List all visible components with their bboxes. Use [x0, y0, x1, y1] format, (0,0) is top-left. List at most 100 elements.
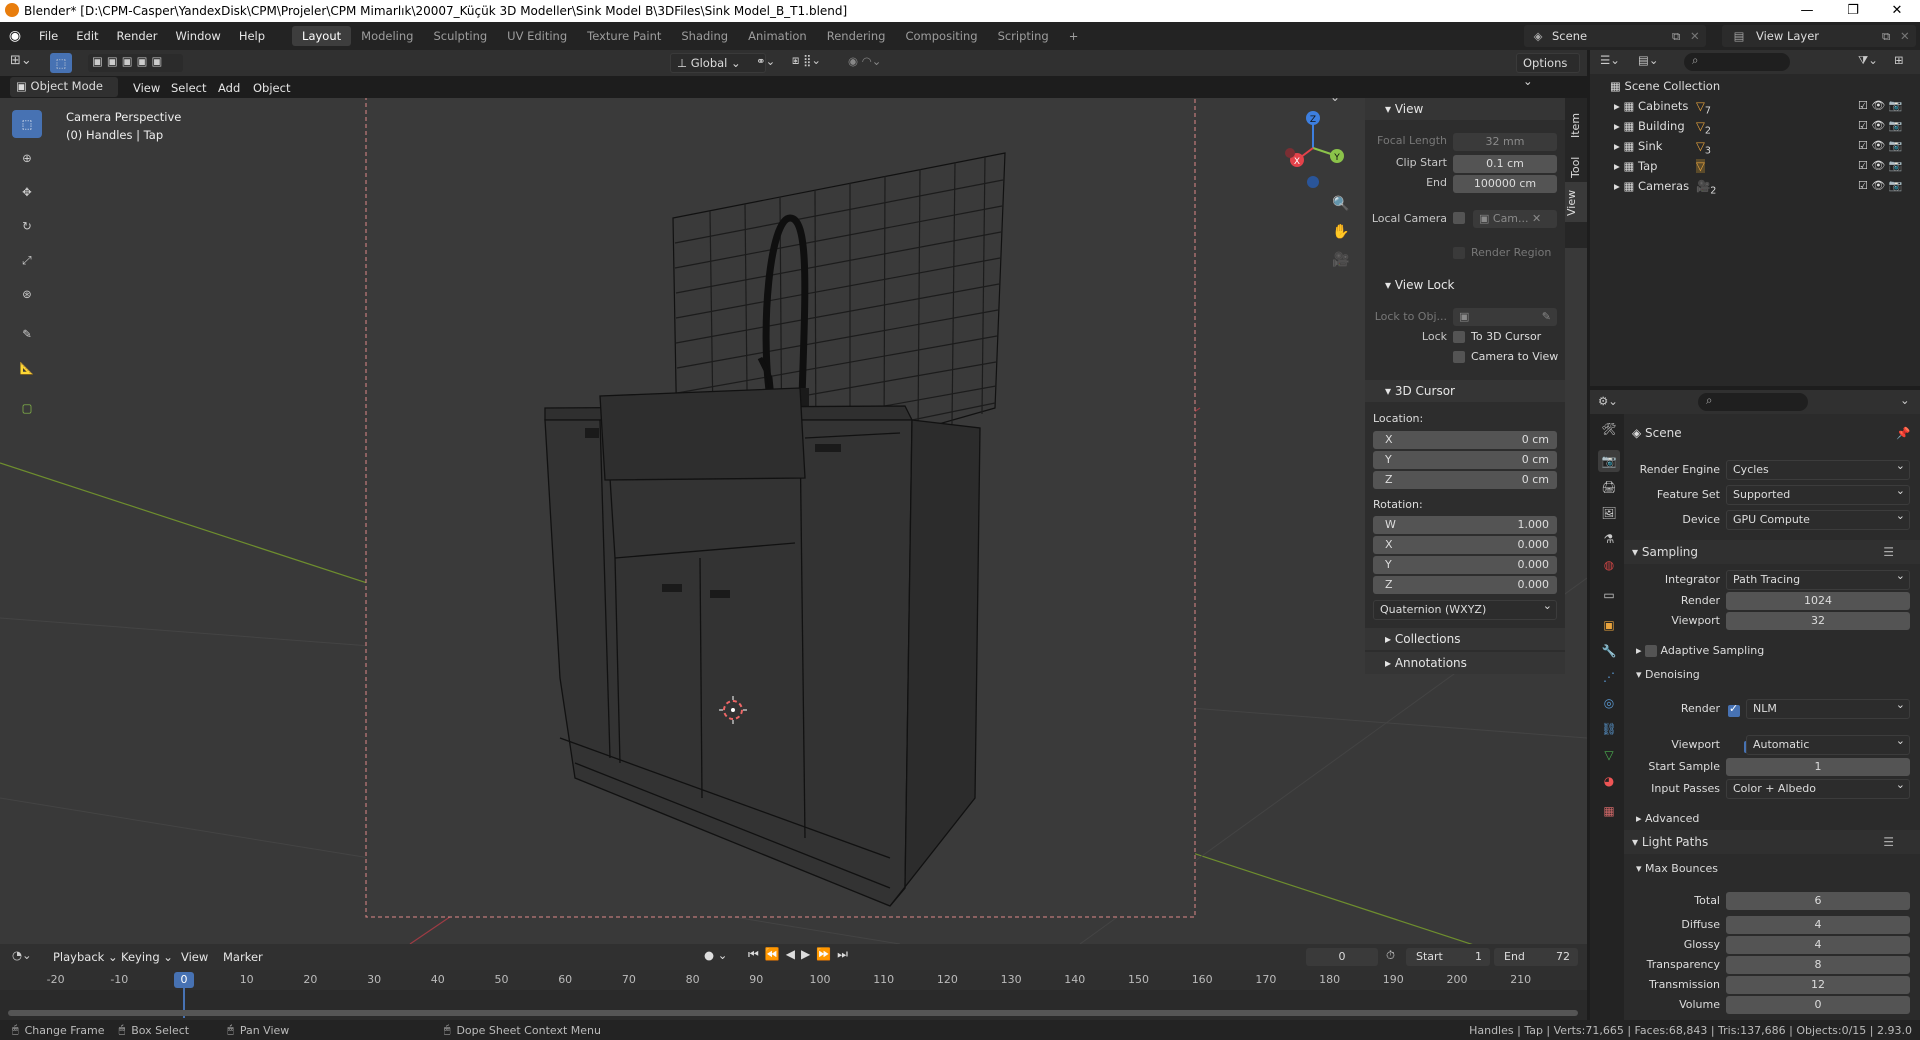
cursor-rotation-w[interactable]: W 1.000	[1373, 516, 1557, 534]
tab-animation[interactable]: Animation	[738, 26, 817, 46]
clock-icon[interactable]: ⏱	[1386, 948, 1395, 963]
playhead[interactable]: 0	[174, 972, 194, 988]
bounce-total-field[interactable]: 6	[1726, 892, 1910, 910]
adaptive-sampling-row[interactable]: ▸ Adaptive Sampling	[1636, 644, 1764, 657]
start-sample-field[interactable]: 1	[1726, 758, 1910, 776]
scene-selector[interactable]: ◈ Scene ⧉ ✕	[1524, 25, 1706, 47]
cursor-location-y[interactable]: Y 0 cm	[1373, 451, 1557, 469]
frame-ruler[interactable]: -20 -10 0 10 20 30 40 50 60 70 80 90 100 110 120 130 140…	[0, 970, 1587, 990]
advanced-header[interactable]: ▸ Advanced	[1636, 812, 1699, 825]
texture-tab-icon[interactable]: ▦	[1598, 800, 1620, 822]
outliner-editor-icon[interactable]: ☰⌄	[1600, 53, 1620, 67]
constraints-tab-icon[interactable]: ⛓	[1598, 718, 1620, 740]
cursor-rotation-z[interactable]: Z 0.000	[1373, 576, 1557, 594]
sampling-header[interactable]: ▾ Sampling ☰	[1624, 540, 1920, 564]
3d-cursor-header[interactable]: ▾ 3D Cursor	[1365, 380, 1565, 402]
copy-icon[interactable]: ⧉	[1672, 29, 1690, 44]
rotation-mode-dropdown[interactable]: Quaternion (WXYZ)	[1373, 597, 1557, 620]
menu-help[interactable]: Help	[230, 25, 274, 47]
physics-tab-icon[interactable]: ◎	[1598, 692, 1620, 714]
display-mode-icon[interactable]: ▤⌄	[1638, 53, 1659, 67]
denoise-render-checkbox[interactable]	[1728, 702, 1740, 717]
close-icon[interactable]: ✕	[1900, 29, 1916, 43]
tab-texture-paint[interactable]: Texture Paint	[577, 26, 671, 46]
tab-scripting[interactable]: Scripting	[988, 26, 1059, 46]
outliner-search-input[interactable]: ⌕	[1684, 53, 1790, 71]
navigation-gizmo[interactable]: Z Y X	[1270, 108, 1350, 188]
menu-window[interactable]: Window	[166, 25, 229, 47]
output-tab-icon[interactable]: 🖨	[1598, 476, 1620, 498]
particles-tab-icon[interactable]: ⋰	[1598, 666, 1620, 688]
close-button[interactable]: ✕	[1874, 0, 1920, 22]
tab-view[interactable]: View	[1565, 182, 1587, 222]
feature-set-dropdown[interactable]: Supported	[1726, 482, 1910, 505]
proportional-edit-icon[interactable]: ◉ ◠⌄	[848, 54, 898, 68]
lock-to-object-field[interactable]: ▣ ✎	[1453, 308, 1557, 326]
filter-icon[interactable]: ⧩⌄	[1858, 53, 1878, 68]
camera-view-icon[interactable]: 🎥	[1332, 252, 1349, 268]
measure-tool[interactable]: 📐	[12, 354, 42, 382]
scene-collection-row[interactable]: ▦ Scene Collection	[1590, 76, 1920, 96]
options-dropdown[interactable]: Options ⌄	[1516, 53, 1580, 88]
render-samples-field[interactable]: 1024	[1726, 592, 1910, 610]
tab-sculpting[interactable]: Sculpting	[423, 26, 497, 46]
blender-menu-icon[interactable]: ◉	[0, 28, 30, 44]
rotate-tool[interactable]: ↻	[12, 212, 42, 240]
viewport-samples-field[interactable]: 32	[1726, 612, 1910, 630]
max-bounces-header[interactable]: ▾ Max Bounces	[1636, 862, 1718, 875]
zoom-icon[interactable]: 🔍	[1332, 196, 1349, 212]
collection-tab-icon[interactable]: ▭	[1598, 584, 1620, 606]
transform-tool[interactable]: ⊛	[12, 280, 42, 308]
bounce-diffuse-field[interactable]: 4	[1726, 916, 1910, 934]
viewport-menu-object[interactable]: Object	[244, 77, 299, 99]
light-paths-header[interactable]: ▾ Light Paths ☰	[1624, 830, 1920, 854]
copy-icon[interactable]: ⧉	[1882, 29, 1900, 44]
chevron-down-icon[interactable]: ⌄	[1900, 393, 1910, 407]
end-frame-field[interactable]: End 72	[1494, 948, 1578, 966]
add-workspace-button[interactable]: +	[1059, 26, 1089, 46]
properties-editor-icon[interactable]: ⚙⌄	[1598, 394, 1618, 408]
render-region-checkbox[interactable]	[1453, 247, 1465, 259]
playback-controls[interactable]: ⏮⏪◀▶⏩⏭	[748, 947, 854, 962]
marker-menu[interactable]: Marker	[214, 946, 272, 968]
tab-uv-editing[interactable]: UV Editing	[497, 26, 577, 46]
cursor-location-x[interactable]: X 0 cm	[1373, 431, 1557, 449]
tab-item[interactable]: Item	[1569, 98, 1582, 138]
timeline-editor-icon[interactable]: ◔⌄	[12, 948, 32, 962]
local-camera-field[interactable]: ▣ Cam... ✕	[1473, 210, 1557, 228]
annotations-header[interactable]: ▸ Annotations	[1365, 652, 1565, 674]
cursor-location-z[interactable]: Z 0 cm	[1373, 471, 1557, 489]
camera-to-view-checkbox[interactable]	[1453, 351, 1465, 363]
select-tool-icon[interactable]: ⬚	[50, 53, 72, 73]
start-frame-field[interactable]: Start 1	[1406, 948, 1490, 966]
selection-mode-icons[interactable]: ▣▣▣▣▣	[88, 54, 183, 72]
lock-to-3d-cursor-checkbox[interactable]	[1453, 331, 1465, 343]
clip-end-field[interactable]: 100000 cm	[1453, 175, 1557, 193]
view-lock-header[interactable]: ▾ View Lock	[1365, 274, 1565, 296]
render-tab-icon[interactable]: 📷	[1598, 450, 1620, 472]
tab-layout[interactable]: Layout	[292, 26, 352, 46]
scene-tab-icon[interactable]: ⚗	[1598, 528, 1620, 550]
close-icon[interactable]: ✕	[1690, 29, 1706, 43]
properties-search-input[interactable]: ⌕	[1698, 393, 1808, 411]
input-passes-dropdown[interactable]: Color + Albedo	[1726, 776, 1910, 799]
modifier-tab-icon[interactable]: 🔧	[1598, 640, 1620, 662]
move-tool[interactable]: ✥	[12, 178, 42, 206]
editor-type-icon[interactable]: ⊞⌄	[10, 53, 36, 73]
device-dropdown[interactable]: GPU Compute	[1726, 507, 1910, 530]
bounce-volume-field[interactable]: 0	[1726, 996, 1910, 1014]
bounce-glossy-field[interactable]: 4	[1726, 936, 1910, 954]
pan-hand-icon[interactable]: ✋	[1332, 224, 1349, 240]
list-icon[interactable]: ☰	[1883, 540, 1920, 564]
material-tab-icon[interactable]: ◕	[1598, 770, 1620, 792]
tab-rendering[interactable]: Rendering	[817, 26, 896, 46]
collections-header[interactable]: ▸ Collections	[1365, 628, 1565, 650]
object-tab-icon[interactable]: ▣	[1598, 614, 1620, 636]
add-cube-tool[interactable]: ▢	[12, 394, 42, 422]
view-layer-tab-icon[interactable]: 🖼	[1598, 502, 1620, 524]
bounce-transparency-field[interactable]: 8	[1726, 956, 1910, 974]
viewport-menu-select[interactable]: Select	[162, 77, 215, 99]
tool-tab-icon[interactable]: 🛠	[1598, 418, 1620, 440]
tab-modeling[interactable]: Modeling	[351, 26, 423, 46]
3d-viewport[interactable]: Camera Perspective (0) Handles | Tap ⬚ ⊕…	[0, 98, 1587, 944]
